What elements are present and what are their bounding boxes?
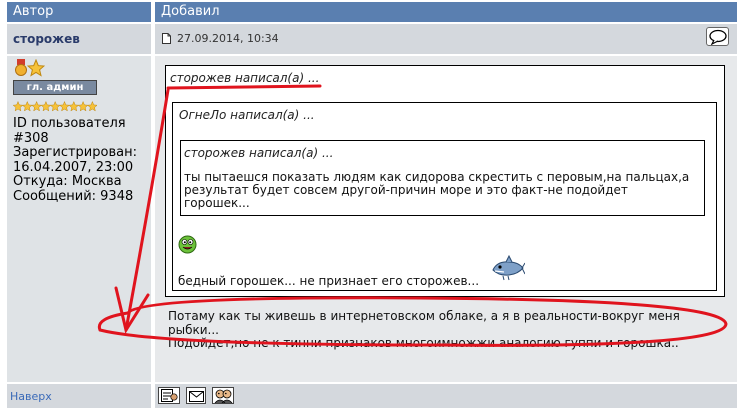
inner-quote-header: сторожев написал(а) ... [184,146,334,160]
author-profile-panel: гл. админ ID пользователя #308 Зарегистр… [7,56,151,382]
outer-quote: сторожев написал(а) ... ОгнеЛо написал(а… [165,65,725,297]
quote-line: результат будет совсем другой-причин мор… [184,183,628,197]
info-line: 16.04.2007, 23:00 [13,159,134,175]
column-header-added: Добавил [155,2,737,22]
quote-line: горошек... [184,196,250,210]
info-line: ID пользователя [13,116,126,131]
star-icon [27,59,45,77]
friends-button[interactable] [212,387,234,404]
author-cell: сторожев [7,24,151,54]
info-line: Откуда: Москва [13,174,122,189]
private-message-button[interactable] [186,387,206,404]
author-name[interactable]: сторожев [13,32,80,46]
info-line: Зарегистрирован: [13,145,137,160]
medal-icon [15,59,27,76]
middle-quote-text: бедный горошек... не признает его сторож… [178,274,480,288]
rank-badge: гл. админ [13,80,97,95]
profile-button[interactable] [158,387,180,404]
private-message-icon [189,391,204,402]
quote-speech-bubble-icon [709,29,727,45]
post-meta-bar: 27.09.2014, 10:34 [155,24,737,54]
footer-left: Наверх [7,384,151,408]
post-body: Потаму как ты живешь в интернетовском об… [168,309,734,351]
shark-smiley-icon [492,255,525,281]
column-header-author: Автор [7,2,151,22]
rating-stars [12,98,98,117]
quote-button[interactable] [706,27,729,46]
info-line: Сообщений: 9348 [13,188,134,204]
middle-quote: ОгнеЛо написал(а) ... сторожев написал(а… [172,102,717,291]
back-to-top-link[interactable]: Наверх [10,390,52,403]
smiley-icon [178,235,197,254]
author-info: ID пользователя #308 Зарегистрирован: 16… [13,116,137,204]
body-line: Потаму как ты живешь в интернетовском об… [168,309,680,323]
profile-card-icon [161,389,178,402]
user-friends-icon [214,389,233,403]
body-line: Подойдет,но не к тинни признаков многоим… [168,336,679,350]
inner-quote: сторожев написал(а) ... ты пытаешся пока… [180,140,705,216]
body-line: рыбки... [168,322,219,337]
info-line: #308 [13,130,49,146]
middle-quote-header: ОгнеЛо написал(а) ... [179,108,315,122]
post-date: 27.09.2014, 10:34 [177,32,279,45]
post-document-icon [162,33,171,44]
outer-quote-header: сторожев написал(а) ... [170,71,320,85]
footer-actions [155,384,737,408]
inner-quote-text: ты пытаешся показать людям как сидорова … [184,171,689,210]
